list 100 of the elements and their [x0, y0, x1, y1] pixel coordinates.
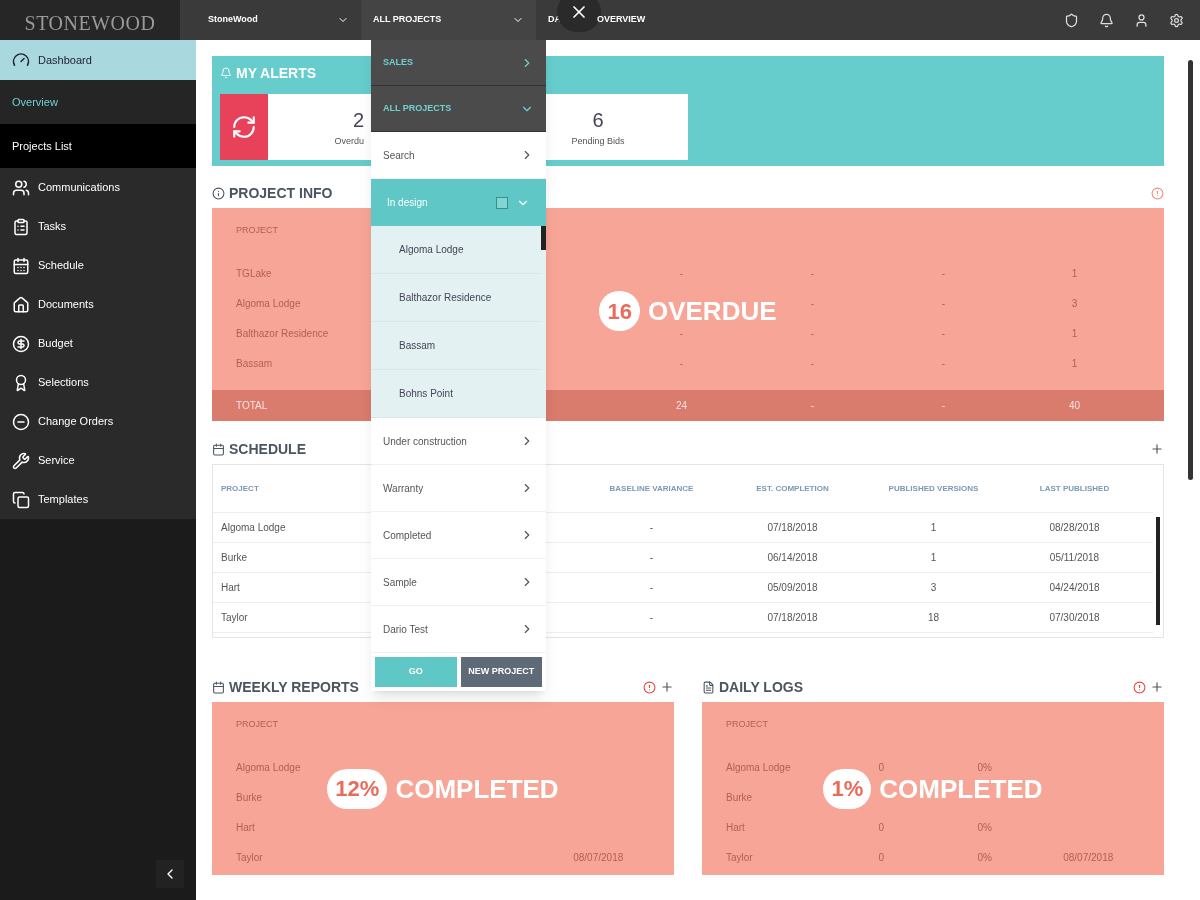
- new-project-button[interactable]: NEW PROJECT: [460, 657, 542, 687]
- menu-section[interactable]: ALL PROJECTS: [371, 86, 546, 132]
- sidebar-item[interactable]: Selections: [0, 363, 196, 402]
- alert-icon[interactable]: [643, 680, 656, 694]
- menu-item[interactable]: Bassam: [371, 322, 541, 370]
- menu-item[interactable]: Balthazor Residence: [371, 274, 541, 322]
- sidebar-item[interactable]: Overview: [0, 80, 196, 124]
- table-cell: Bassam: [236, 357, 273, 369]
- sidebar-item[interactable]: Documents: [0, 285, 196, 324]
- table-cell-text: -: [941, 266, 946, 281]
- table-cell-text: -: [810, 326, 815, 341]
- column-header: LAST PUBLISHED: [1039, 482, 1110, 495]
- sidebar-item[interactable]: Communications: [0, 168, 196, 207]
- total-cell-text: -: [941, 399, 946, 413]
- table-cell: Taylor: [726, 851, 753, 863]
- menu-item[interactable]: Under construction: [371, 418, 546, 465]
- minus-circle-icon: [12, 412, 30, 431]
- house-icon: [12, 295, 30, 314]
- table-cell-text: 06/14/2018: [767, 551, 818, 565]
- notifications-icon[interactable]: [1099, 12, 1114, 28]
- table-cell-text: 3: [1071, 296, 1078, 311]
- sidebar-item[interactable]: Templates: [0, 480, 196, 519]
- overlay-label: COMPLETED: [879, 775, 1043, 802]
- column-header: BASELINE VARIANCE: [609, 482, 694, 495]
- add-icon[interactable]: [660, 680, 674, 694]
- column-header: PROJECT: [236, 225, 278, 235]
- table-cell: Burke: [236, 791, 263, 803]
- table-cell-text: 1: [1071, 326, 1078, 341]
- total-cell-text: 24: [675, 399, 688, 413]
- total-cell: TOTAL: [236, 400, 268, 411]
- table-cell-text: -: [810, 356, 815, 371]
- menu-item[interactable]: Sample: [371, 559, 546, 606]
- wrench-icon: [12, 451, 30, 470]
- sidebar-item[interactable]: Projects List: [0, 124, 196, 168]
- table-cell-text: 07/18/2018: [767, 611, 818, 625]
- table-cell-text: -: [941, 326, 946, 341]
- sidebar-item[interactable]: Change Orders: [0, 402, 196, 441]
- user-icon[interactable]: [1134, 12, 1149, 28]
- alert-icon[interactable]: [1151, 186, 1164, 200]
- table-cell: Algoma Lodge: [236, 761, 301, 773]
- table-cell-text: 0: [878, 850, 885, 865]
- menu-section[interactable]: SALES: [371, 40, 546, 86]
- add-icon[interactable]: [1150, 442, 1164, 456]
- copy-icon: [12, 490, 30, 509]
- alert-count: 2: [352, 108, 364, 134]
- people-icon: [12, 178, 30, 197]
- table-cell-text: 07/18/2018: [767, 521, 818, 535]
- table-cell-text: 07/30/2018: [1049, 611, 1100, 625]
- column-header: EST. COMPLETION: [756, 482, 829, 495]
- sidebar-item[interactable]: Dashboard: [0, 40, 196, 80]
- project-select[interactable]: ALL PROJECTS: [361, 0, 536, 40]
- count-badge: 1%: [823, 768, 872, 809]
- table-cell: Hart: [726, 821, 745, 833]
- company-select[interactable]: StoneWood: [196, 13, 361, 27]
- table-cell: Hart: [236, 821, 255, 833]
- menu-item[interactable]: Completed: [371, 512, 546, 559]
- document-icon: [702, 680, 715, 694]
- table-cell-text: 0: [878, 760, 885, 775]
- table-cell: Taylor: [236, 851, 263, 863]
- table-cell-text: 3: [930, 581, 937, 595]
- sidebar-item[interactable]: Tasks: [0, 207, 196, 246]
- table-cell-text: -: [649, 581, 654, 595]
- calendar-icon: [212, 442, 225, 456]
- calendar-icon: [212, 680, 225, 694]
- collapse-button[interactable]: [156, 860, 184, 888]
- column-header: PROJECT: [236, 719, 278, 729]
- table-cell: Algoma Lodge: [236, 297, 301, 309]
- sidebar-item[interactable]: Service: [0, 441, 196, 480]
- table-cell: Balthazor Residence: [236, 327, 329, 339]
- clipboard-icon: [12, 217, 30, 236]
- alert-icon[interactable]: [1133, 680, 1146, 694]
- checkbox[interactable]: [496, 196, 508, 209]
- table-cell: TGLake: [236, 267, 272, 279]
- table-cell-text: -: [810, 296, 815, 311]
- table-cell-text: -: [649, 611, 654, 625]
- section-title: WEEKLY REPORTS: [229, 677, 359, 697]
- shield-icon[interactable]: [1064, 12, 1079, 28]
- table-cell: Algoma Lodge: [726, 761, 791, 773]
- menu-item[interactable]: Dario Test: [371, 606, 546, 653]
- page-title: OVERVIEW: [597, 13, 646, 27]
- table-cell-text: 08/28/2018: [1049, 521, 1100, 535]
- count-badge: 12%: [327, 768, 388, 809]
- menu-item[interactable]: Warranty: [371, 465, 546, 512]
- menu-item[interactable]: Bohns Point: [371, 370, 541, 418]
- logo: STONEWOOD: [24, 11, 156, 36]
- add-icon[interactable]: [1150, 680, 1164, 694]
- table-cell-text: 1: [1071, 356, 1078, 371]
- table-cell: Hart: [221, 582, 240, 593]
- table-cell-text: 0%: [977, 820, 992, 835]
- settings-icon[interactable]: [1169, 12, 1184, 28]
- table-cell-text: -: [941, 356, 946, 371]
- table-cell-text: 0%: [977, 760, 992, 775]
- table-cell-text: 08/07/2018: [1063, 850, 1114, 865]
- column-header: PROJECT: [726, 719, 768, 729]
- sidebar-item[interactable]: Schedule: [0, 246, 196, 285]
- table-cell-text: 1: [930, 551, 937, 565]
- sidebar-item[interactable]: Budget: [0, 324, 196, 363]
- table-cell-text: 1: [930, 521, 937, 535]
- table-cell: Taylor: [221, 612, 248, 623]
- calendar-icon: [12, 256, 30, 275]
